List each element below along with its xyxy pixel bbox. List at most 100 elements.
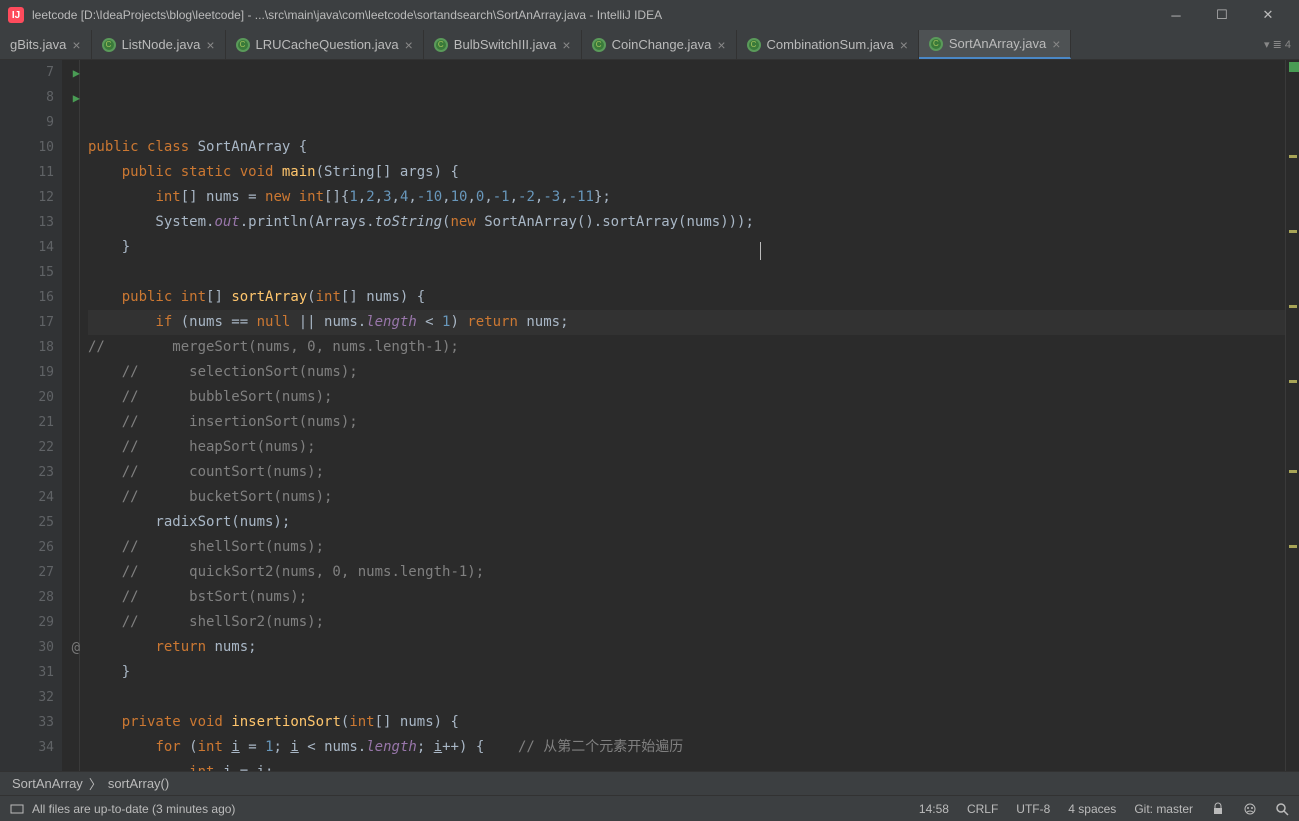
line-number[interactable]: 8▶ [0,85,62,110]
editor-tab[interactable]: CListNode.java× [92,30,226,59]
breadcrumb-class[interactable]: SortAnArray [12,776,83,791]
line-number[interactable]: 26 [0,535,62,560]
code-line[interactable]: // shellSort(nums); [88,535,1285,560]
line-number[interactable]: 27 [0,560,62,585]
code-line[interactable]: int[] nums = new int[]{1,2,3,4,-10,10,0,… [88,185,1285,210]
lock-icon[interactable] [1211,802,1225,816]
line-number[interactable]: 29 [0,610,62,635]
editor-tab[interactable]: gBits.java× [0,30,92,59]
line-number[interactable]: 30@ [0,635,62,660]
code-line[interactable]: return nums; [88,635,1285,660]
code-line[interactable]: public class SortAnArray { [88,135,1285,160]
line-number[interactable]: 21 [0,410,62,435]
code-line[interactable]: int j = i; [88,760,1285,771]
code-line[interactable]: } [88,235,1285,260]
line-number[interactable]: 24 [0,485,62,510]
warning-marker[interactable] [1289,380,1297,383]
minimize-button[interactable]: ─ [1153,0,1199,30]
warning-marker[interactable] [1289,305,1297,308]
tabs-overflow[interactable]: ▾ ≣ 4 [1256,38,1299,51]
run-icon[interactable]: ▶ [73,91,80,105]
code-line[interactable]: // insertionSort(nums); [88,410,1285,435]
fold-column[interactable] [62,60,80,771]
code-line[interactable]: // countSort(nums); [88,460,1285,485]
close-icon[interactable]: × [900,37,908,53]
close-icon[interactable]: × [562,37,570,53]
line-number[interactable]: 23 [0,460,62,485]
warning-marker[interactable] [1289,470,1297,473]
search-icon[interactable] [1275,802,1289,816]
caret-position[interactable]: 14:58 [919,802,949,816]
line-number[interactable]: 16 [0,285,62,310]
line-number[interactable]: 25 [0,510,62,535]
code-line[interactable]: System.out.println(Arrays.toString(new S… [88,210,1285,235]
code-line[interactable]: // bucketSort(nums); [88,485,1285,510]
tab-label: BulbSwitchIII.java [454,37,557,52]
close-icon[interactable]: × [1052,36,1060,52]
code-line[interactable]: radixSort(nums); [88,510,1285,535]
line-number[interactable]: 15 [0,260,62,285]
editor-tab[interactable]: CCoinChange.java× [582,30,737,59]
code-line[interactable]: for (int i = 1; i < nums.length; i++) { … [88,735,1285,760]
close-icon[interactable]: × [206,37,214,53]
breadcrumb[interactable]: SortAnArray 〉 sortArray() [0,771,1299,795]
line-number[interactable]: 14 [0,235,62,260]
ide-errors-icon[interactable] [1243,802,1257,816]
code-line[interactable]: private void insertionSort(int[] nums) { [88,710,1285,735]
editor-tab[interactable]: CBulbSwitchIII.java× [424,30,582,59]
code-line[interactable]: } [88,660,1285,685]
code-line[interactable]: // shellSor2(nums); [88,610,1285,635]
line-number[interactable]: 22 [0,435,62,460]
close-icon[interactable]: × [72,37,80,53]
editor-tab[interactable]: CSortAnArray.java× [919,30,1071,59]
breadcrumb-method[interactable]: sortArray() [108,776,169,791]
indent[interactable]: 4 spaces [1068,802,1116,816]
line-number[interactable]: 19 [0,360,62,385]
line-gutter[interactable]: 7▶8▶910111213141516171819202122232425262… [0,60,62,771]
line-ending[interactable]: CRLF [967,802,998,816]
warning-marker[interactable] [1289,230,1297,233]
tab-label: SortAnArray.java [949,36,1046,51]
line-number[interactable]: 33 [0,710,62,735]
code-line[interactable]: // mergeSort(nums, 0, nums.length-1); [88,335,1285,360]
close-icon[interactable]: × [717,37,725,53]
close-button[interactable]: ✕ [1245,0,1291,30]
line-number[interactable]: 17 [0,310,62,335]
line-number[interactable]: 34 [0,735,62,760]
editor-tab[interactable]: CLRUCacheQuestion.java× [226,30,424,59]
close-icon[interactable]: × [405,37,413,53]
code-line[interactable]: // quickSort2(nums, 0, nums.length-1); [88,560,1285,585]
line-number[interactable]: 9 [0,110,62,135]
code-line[interactable]: public static void main(String[] args) { [88,160,1285,185]
code-editor[interactable]: public class SortAnArray { public static… [80,60,1285,771]
encoding[interactable]: UTF-8 [1016,802,1050,816]
code-line[interactable]: // bstSort(nums); [88,585,1285,610]
line-number[interactable]: 10 [0,135,62,160]
code-line[interactable]: if (nums == null || nums.length < 1) ret… [88,310,1285,335]
line-number[interactable]: 12 [0,185,62,210]
code-line[interactable]: // heapSort(nums); [88,435,1285,460]
line-number[interactable]: 20 [0,385,62,410]
run-icon[interactable]: ▶ [73,66,80,80]
code-line[interactable]: // selectionSort(nums); [88,360,1285,385]
code-line[interactable]: // bubbleSort(nums); [88,385,1285,410]
code-line[interactable] [88,260,1285,285]
editor-tab[interactable]: CCombinationSum.java× [737,30,919,59]
line-number[interactable]: 13 [0,210,62,235]
line-number[interactable]: 31 [0,660,62,685]
git-branch[interactable]: Git: master [1134,802,1193,816]
line-number[interactable]: 28 [0,585,62,610]
override-icon[interactable]: @ [72,640,80,656]
maximize-button[interactable]: ☐ [1199,0,1245,30]
error-stripe[interactable] [1285,60,1299,771]
line-number[interactable]: 32 [0,685,62,710]
warning-marker[interactable] [1289,155,1297,158]
line-number[interactable]: 18 [0,335,62,360]
warning-marker[interactable] [1289,545,1297,548]
tab-label: ListNode.java [122,37,201,52]
line-number[interactable]: 7▶ [0,60,62,85]
editor-tabs: gBits.java×CListNode.java×CLRUCacheQuest… [0,30,1299,60]
code-line[interactable]: public int[] sortArray(int[] nums) { [88,285,1285,310]
line-number[interactable]: 11 [0,160,62,185]
code-line[interactable] [88,685,1285,710]
